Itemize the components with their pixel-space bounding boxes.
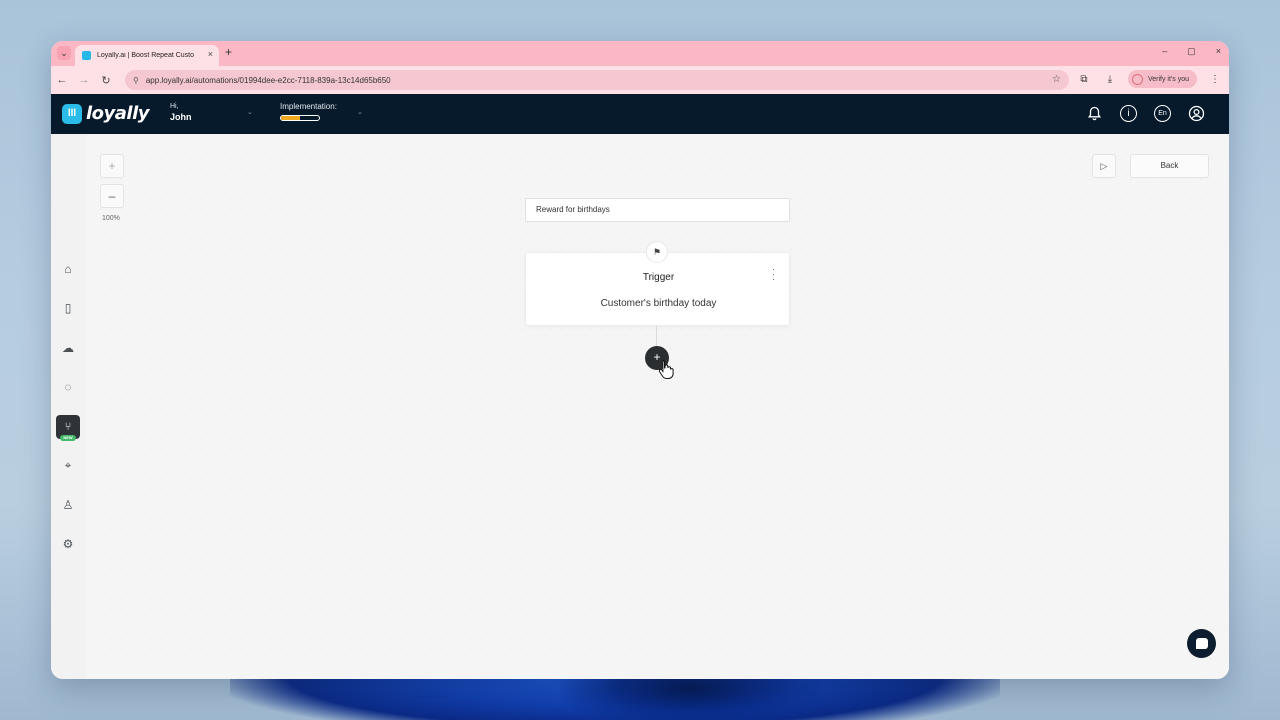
browser-tab[interactable]: Loyally.ai | Boost Repeat Custo ×	[75, 45, 219, 66]
browser-window: ⌄ Loyally.ai | Boost Repeat Custo × + – …	[51, 41, 1229, 679]
device-icon[interactable]: ▯	[59, 299, 77, 317]
user-greeting[interactable]: Hi, John	[170, 103, 192, 122]
back-button[interactable]: Back	[1130, 154, 1209, 178]
greeting-label: Hi,	[170, 103, 179, 110]
language-button[interactable]: En	[1154, 105, 1171, 122]
zoom-level: 100%	[102, 215, 120, 222]
node-menu-icon[interactable]: · · ·	[772, 265, 775, 284]
browser-toolbar: ← → ↻ ⚲ app.loyally.ai/automations/01994…	[51, 66, 1229, 94]
implementation-bar-fill	[281, 116, 300, 120]
play-icon[interactable]: ▷	[1092, 154, 1116, 178]
url-text: app.loyally.ai/automations/01994dee-e2cc…	[145, 75, 391, 85]
tab-close-icon[interactable]: ×	[208, 49, 213, 59]
extensions-icon[interactable]: ⧉	[1076, 74, 1092, 85]
header-actions: i En	[1086, 105, 1205, 122]
sidebar: ⌂ ▯ ☁ ◌ ⑂ NEW ⌖ ♙ ⚙	[51, 134, 86, 679]
chevron-down-icon[interactable]: ⌄	[247, 108, 253, 116]
automation-canvas[interactable]: + – 100% ▷ Back Reward for birthdays Tri…	[86, 134, 1229, 679]
node-connector	[656, 326, 657, 346]
logo-text: loyally	[86, 103, 150, 124]
window-controls: – ▢ ×	[1162, 46, 1221, 57]
desktop-wallpaper-shadow	[560, 678, 820, 720]
bookmark-star-icon[interactable]: ☆	[1052, 74, 1061, 85]
hand-cursor-icon	[658, 360, 674, 379]
restore-button[interactable]: ▢	[1187, 46, 1196, 57]
tab-search-button[interactable]: ⌄	[57, 46, 71, 60]
reload-icon[interactable]: ↻	[95, 74, 117, 87]
account-icon[interactable]	[1188, 105, 1205, 122]
zoom-out-button[interactable]: –	[100, 184, 124, 208]
profile-ring-icon	[1131, 73, 1143, 85]
minimize-button[interactable]: –	[1162, 46, 1167, 57]
implementation-bar	[280, 115, 320, 121]
tab-strip: ⌄ Loyally.ai | Boost Repeat Custo × + – …	[51, 41, 1229, 66]
user-icon[interactable]: ♙	[59, 496, 77, 514]
address-bar[interactable]: ⚲ app.loyally.ai/automations/01994dee-e2…	[125, 70, 1069, 90]
tab-title: Loyally.ai | Boost Repeat Custo	[97, 52, 195, 59]
app-header: lll loyally Hi, John ⌄ Implementation: ⌄…	[51, 94, 1229, 134]
flag-icon: ⚑	[646, 241, 668, 263]
chevron-down-icon[interactable]: ⌄	[357, 108, 363, 116]
close-window-button[interactable]: ×	[1216, 46, 1221, 57]
trigger-node[interactable]: Trigger Customer's birthday today · · ·	[525, 252, 790, 326]
back-arrow-icon[interactable]: ←	[51, 74, 73, 86]
trigger-title: Trigger	[642, 272, 675, 283]
chat-bubble-icon	[1195, 638, 1208, 649]
logo-icon: lll	[62, 104, 82, 124]
download-icon[interactable]: ⤓	[1102, 74, 1118, 85]
profile-verify-button[interactable]: Verify it's you	[1127, 70, 1197, 88]
site-info-icon[interactable]: ⚲	[133, 76, 139, 85]
implementation-progress[interactable]: Implementation:	[280, 102, 337, 121]
zoom-in-button[interactable]: +	[100, 154, 124, 178]
favicon-icon	[82, 51, 91, 60]
browser-menu-icon[interactable]: ⋮	[1207, 74, 1223, 85]
customers-icon[interactable]: ☁	[59, 339, 77, 357]
messages-icon[interactable]: ◌	[59, 378, 77, 396]
chat-button[interactable]	[1187, 629, 1216, 658]
automation-name-input[interactable]: Reward for birthdays	[525, 198, 790, 222]
location-icon[interactable]: ⌖	[59, 456, 77, 474]
forward-arrow-icon[interactable]: →	[73, 74, 95, 86]
toolbar-actions: ⧉ ⤓ Verify it's you ⋮	[1076, 70, 1223, 88]
trigger-description: Customer's birthday today	[600, 298, 717, 309]
bell-icon[interactable]	[1086, 105, 1103, 122]
implementation-label: Implementation:	[280, 102, 337, 111]
new-tab-button[interactable]: +	[225, 45, 232, 59]
info-icon[interactable]: i	[1120, 105, 1137, 122]
verify-label: Verify it's you	[1147, 75, 1189, 83]
home-icon[interactable]: ⌂	[59, 260, 77, 278]
user-name: John	[170, 112, 192, 122]
settings-icon[interactable]: ⚙	[59, 535, 77, 553]
new-badge: NEW	[60, 435, 76, 441]
app-body: ⌂ ▯ ☁ ◌ ⑂ NEW ⌖ ♙ ⚙ + – 100% ▷ Back Rewa…	[51, 134, 1229, 679]
